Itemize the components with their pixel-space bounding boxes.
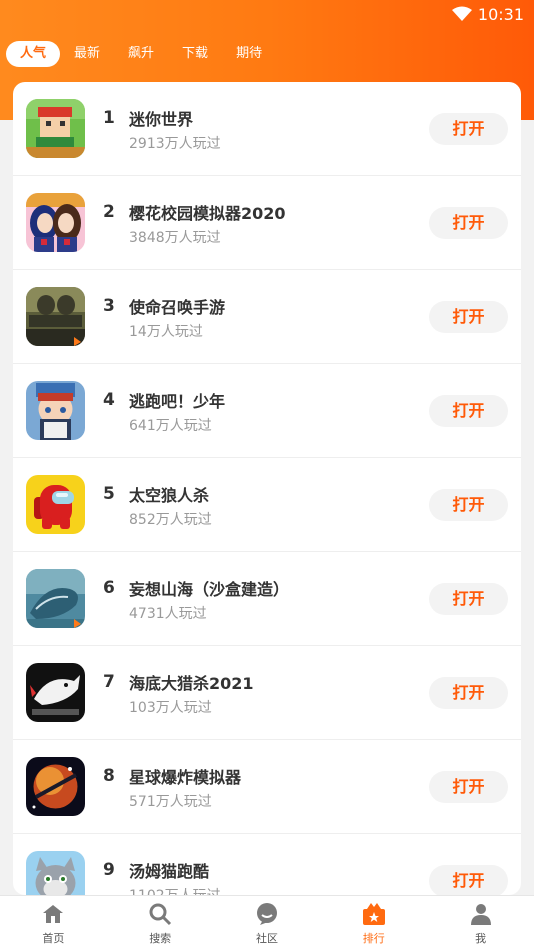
player-count: 2913万人玩过	[129, 136, 221, 152]
rank-number: 7	[103, 672, 115, 692]
rank-number: 5	[103, 484, 115, 504]
among-us-icon	[26, 475, 85, 534]
game-title: 妄想山海（沙盒建造）	[129, 580, 290, 599]
list-item[interactable]: 3 使命召唤手游 14万人玩过 打开	[13, 270, 521, 364]
open-button[interactable]: 打开	[429, 395, 508, 427]
escape-boy-icon	[26, 381, 85, 440]
open-button[interactable]: 打开	[429, 865, 508, 895]
tab-rising[interactable]: 飙升	[114, 41, 168, 67]
rank-number: 4	[103, 390, 115, 410]
list-item[interactable]: 7 海底大猎杀2021 103万人玩过 打开	[13, 646, 521, 740]
rank-number: 2	[103, 202, 115, 222]
player-count: 852万人玩过	[129, 512, 212, 528]
fantasy-mountain-sea-icon	[26, 569, 85, 628]
list-item[interactable]: 6 妄想山海（沙盒建造） 4731人玩过 打开	[13, 552, 521, 646]
tab-downloads[interactable]: 下载	[168, 41, 222, 67]
game-title: 汤姆猫跑酷	[129, 862, 210, 881]
list-item[interactable]: 4 逃跑吧！少年 641万人玩过 打开	[13, 364, 521, 458]
player-count: 103万人玩过	[129, 700, 212, 716]
game-title: 太空狼人杀	[129, 486, 210, 505]
tab-anticipated[interactable]: 期待	[222, 41, 276, 67]
profile-icon	[470, 904, 491, 925]
game-title: 使命召唤手游	[129, 298, 226, 317]
player-count: 4731人玩过	[129, 606, 207, 622]
open-button[interactable]: 打开	[429, 771, 508, 803]
game-title: 星球爆炸模拟器	[129, 768, 242, 787]
rank-number: 6	[103, 578, 115, 598]
home-icon	[43, 905, 64, 923]
status-time: 10:31	[477, 5, 524, 24]
search-icon	[149, 903, 172, 926]
open-button[interactable]: 打开	[429, 207, 508, 239]
nav-home-label: 首页	[42, 932, 65, 945]
wifi-icon	[452, 6, 472, 21]
nav-home[interactable]: 首页	[0, 896, 107, 949]
tab-newest[interactable]: 最新	[60, 41, 114, 67]
sakura-school-icon	[26, 193, 85, 252]
player-count: 1102万人玩过	[129, 885, 221, 895]
nav-community[interactable]: 社区	[214, 896, 321, 949]
open-button[interactable]: 打开	[429, 583, 508, 615]
game-title: 迷你世界	[129, 110, 194, 129]
planet-explode-icon	[26, 757, 85, 816]
status-bar: 10:31	[0, 0, 534, 30]
nav-profile[interactable]: 我	[427, 896, 534, 949]
rank-number: 3	[103, 296, 115, 316]
community-icon	[256, 903, 277, 925]
player-count: 3848万人玩过	[129, 230, 221, 246]
player-count: 641万人玩过	[129, 418, 212, 434]
game-title: 海底大猎杀2021	[129, 674, 254, 693]
call-of-duty-icon	[26, 287, 85, 346]
rank-number: 9	[103, 860, 115, 880]
nav-search-label: 搜索	[149, 932, 172, 945]
rank-number: 8	[103, 766, 115, 786]
rank-number: 1	[103, 108, 115, 128]
nav-search[interactable]: 搜索	[107, 896, 214, 949]
list-item[interactable]: 1 迷你世界 2913万人玩过 打开	[13, 82, 521, 176]
game-title: 樱花校园模拟器2020	[129, 204, 286, 223]
ranking-icon	[362, 903, 385, 925]
bottom-navigation: 首页 搜索 社区 排行 我	[0, 895, 534, 949]
open-button[interactable]: 打开	[429, 301, 508, 333]
open-button[interactable]: 打开	[429, 489, 508, 521]
tom-cat-run-icon	[26, 851, 85, 895]
ranking-list: 1 迷你世界 2913万人玩过 打开 2 樱花校园模拟器2020 3848万人玩…	[13, 82, 521, 895]
fish-grow-icon	[26, 663, 85, 722]
nav-ranking[interactable]: 排行	[320, 896, 427, 949]
nav-profile-label: 我	[475, 932, 487, 945]
game-title: 逃跑吧！少年	[129, 392, 226, 411]
player-count: 14万人玩过	[129, 324, 203, 340]
list-item[interactable]: 9 汤姆猫跑酷 1102万人玩过 打开	[13, 834, 521, 895]
list-item[interactable]: 8 星球爆炸模拟器 571万人玩过 打开	[13, 740, 521, 834]
open-button[interactable]: 打开	[429, 113, 508, 145]
tab-popular[interactable]: 人气	[6, 41, 61, 67]
open-button[interactable]: 打开	[429, 677, 508, 709]
player-count: 571万人玩过	[129, 794, 212, 810]
nav-community-label: 社区	[255, 932, 278, 945]
nav-ranking-label: 排行	[362, 932, 385, 945]
list-item[interactable]: 5 太空狼人杀 852万人玩过 打开	[13, 458, 521, 552]
category-tabs: 人气 最新 飙升 下载 期待	[6, 40, 276, 68]
list-item[interactable]: 2 樱花校园模拟器2020 3848万人玩过 打开	[13, 176, 521, 270]
mini-world-icon	[26, 99, 85, 158]
